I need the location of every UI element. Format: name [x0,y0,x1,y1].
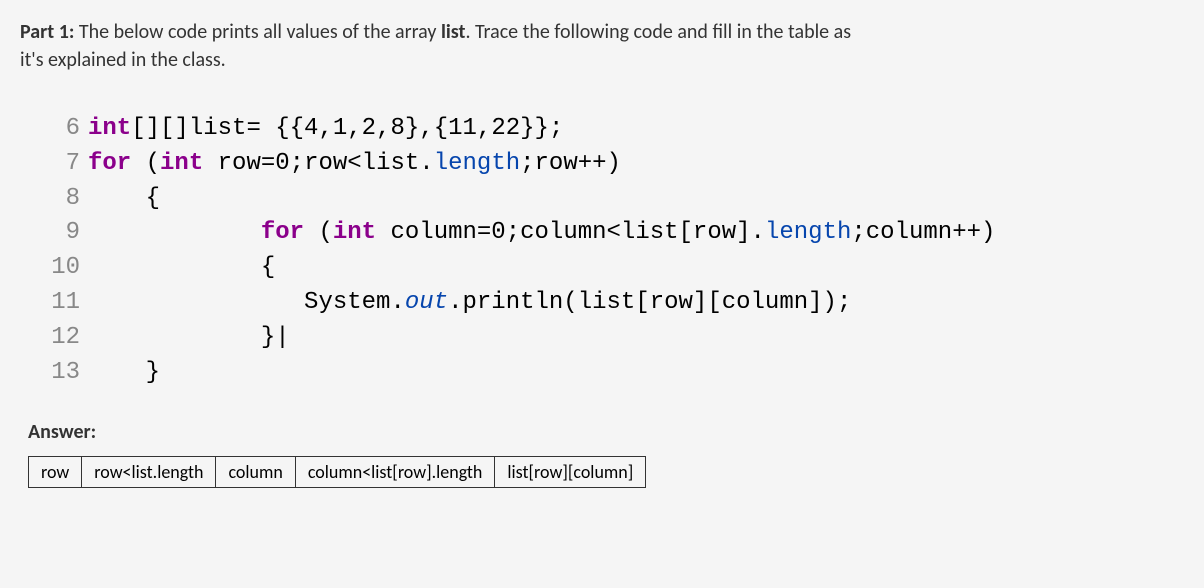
trace-table: row row<list.length column column<list[r… [28,456,646,488]
code-line: 10 { [40,251,1184,286]
plain-token: row= [203,150,275,177]
number-token: 0 [491,219,505,246]
plain-token: .println(list[row][column]); [448,289,851,316]
number-token: 1 [333,115,347,142]
plain-token: { [88,185,160,212]
line-number: 11 [40,286,80,321]
number-token: 11 [448,115,477,142]
plain-token: }}; [520,115,563,142]
code-line: 11 System.out.println(list[row][column])… [40,286,1184,321]
code-line: 13 } [40,356,1184,391]
part-label: Part 1: [20,20,74,44]
code-block: 6int[][]list= {{4,1,2,8},{11,22}};7for (… [40,112,1184,390]
line-number: 7 [40,147,80,182]
code-line: 6int[][]list= {{4,1,2,8},{11,22}}; [40,112,1184,147]
keyword-token: for [88,150,131,177]
heading-line-2: it's explained in the class. [20,48,1184,72]
number-token: 0 [275,150,289,177]
keyword-token: int [160,150,203,177]
plain-token: System. [88,289,405,316]
number-token: 8 [390,115,404,142]
heading-bold-word: list [441,20,466,44]
plain-token: column= [376,219,491,246]
table-header: column [216,457,295,488]
table-header: row<list.length [82,457,216,488]
plain-token: , [477,115,491,142]
heading-text-1: The below code prints all values of the … [74,20,441,44]
line-number: 12 [40,321,80,356]
code-line: 12 }| [40,321,1184,356]
number-token: 2 [362,115,376,142]
line-number: 8 [40,182,80,217]
plain-token: , [318,115,332,142]
italic-method-token: out [405,289,448,316]
keyword-token: int [333,219,376,246]
plain-token: ;row++) [520,150,621,177]
plain-token: }| [88,324,290,351]
method-token: length [434,150,520,177]
method-token: length [765,219,851,246]
answer-heading: Answer: [28,420,1184,444]
code-line: 7 for (int row=0;row<list.length;row++) [40,147,1184,182]
plain-token: } [88,359,160,386]
plain-token: , [347,115,361,142]
keyword-token: int [88,115,131,142]
plain-token: ;row<list. [290,150,434,177]
plain-token: { [88,254,275,281]
plain-token: ( [304,219,333,246]
table-header-row: row row<list.length column column<list[r… [29,457,646,488]
line-number: 6 [40,112,80,147]
number-token: 4 [304,115,318,142]
plain-token [88,219,261,246]
plain-token: [][]list= {{ [131,115,304,142]
plain-token: ( [131,150,160,177]
code-line: 8 { [40,182,1184,217]
part-heading: Part 1: The below code prints all values… [20,20,1184,44]
plain-token: },{ [405,115,448,142]
line-number: 10 [40,251,80,286]
line-number: 9 [40,216,80,251]
plain-token: , [376,115,390,142]
code-line: 9 for (int column=0;column<list[row].len… [40,216,1184,251]
number-token: 22 [491,115,520,142]
keyword-token: for [261,219,304,246]
table-header: row [29,457,82,488]
plain-token: ;column++) [851,219,995,246]
plain-token: ;column<list[row]. [506,219,765,246]
line-number: 13 [40,356,80,391]
table-header: list[row][column] [495,457,646,488]
heading-text-1-end: . Trace the following code and fill in t… [465,20,851,44]
table-header: column<list[row].length [295,457,495,488]
